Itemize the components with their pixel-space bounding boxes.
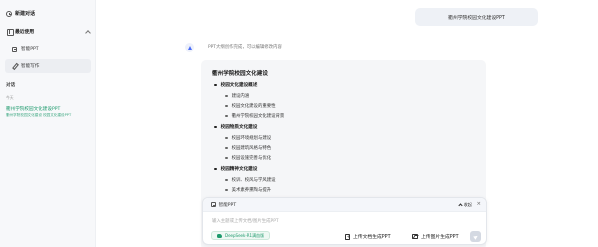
outline-item-text: 校园建筑风格与特色 — [231, 146, 272, 151]
bullet-icon — [225, 114, 228, 118]
chevron-up-icon — [85, 29, 91, 36]
upload-document-label: 上传文档生成PPT — [353, 235, 391, 240]
outline-item-text: 校园设施完善与优化 — [231, 156, 272, 161]
outline-item[interactable]: 校园建筑风格与特色 — [225, 145, 271, 151]
chevron-up-icon — [457, 202, 463, 208]
outline-item[interactable]: 校园文化建设的重要性 — [225, 103, 276, 109]
send-button[interactable] — [470, 231, 481, 242]
conversation-item-title[interactable]: 衢州学院校园文化建设PPT — [6, 106, 92, 112]
bullet-icon — [225, 156, 228, 160]
bullet-icon — [214, 125, 217, 129]
new-chat-label: 新建对话 — [15, 11, 36, 17]
upload-document-button[interactable]: 上传文档生成PPT — [345, 233, 391, 240]
sidebar-item-smart-writing[interactable]: 智能写作 — [5, 59, 91, 73]
sidebar-item-label: 智能PPT — [21, 47, 39, 52]
outline-item[interactable]: 美术素养熏陶与提升 — [225, 187, 271, 193]
outline-section-text: 校园文化建设概述 — [220, 83, 258, 88]
composer-panel: 智能PPT 收起 × 输入主题或上传文档/图片生成PPT DeepSeek-R1… — [202, 197, 487, 245]
outline-section-heading[interactable]: 校园物质文化建设 — [214, 124, 257, 130]
composer-mode-label: 智能PPT — [218, 202, 237, 208]
bot-avatar — [185, 43, 194, 52]
outline-item[interactable]: 校训、校风与学风建设 — [225, 177, 276, 183]
bullet-icon — [225, 104, 228, 108]
outline-section-heading[interactable]: 校园文化建设概述 — [214, 82, 257, 88]
close-icon[interactable]: × — [476, 201, 481, 207]
ppt-icon — [211, 202, 216, 207]
user-message-bubble: 衢州学院校园文化建设PPT — [415, 8, 538, 26]
outline-item-text: 美术素养熏陶与提升 — [231, 188, 272, 193]
bullet-icon — [225, 136, 228, 140]
outline-item[interactable]: 衢州学院校园文化建设背景 — [225, 113, 284, 119]
outline-section-heading[interactable]: 校园精神文化建设 — [214, 166, 257, 172]
sidebar: 新建对话 最近使用 智能PPT 智能写作 对话 今天 衢州学院校园文化建设PPT… — [0, 0, 96, 247]
recent-label: 最近使用 — [15, 30, 35, 35]
prompt-input[interactable]: 输入主题或上传文档/图片生成PPT — [212, 218, 279, 224]
upload-image-label: 上传图片生成PPT — [421, 235, 459, 240]
plus-circle-icon — [6, 10, 12, 17]
new-chat-button[interactable]: 新建对话 — [6, 10, 35, 17]
conversations-heading: 对话 — [6, 83, 16, 88]
bullet-icon — [214, 83, 217, 87]
collapse-label: 收起 — [463, 201, 472, 207]
deepseek-whale-icon — [217, 233, 222, 238]
outline-item[interactable]: 校园环境规划与建设 — [225, 135, 271, 141]
sidebar-item-smart-ppt[interactable]: 智能PPT — [5, 42, 91, 56]
date-group-label: 今天 — [6, 95, 14, 100]
bullet-icon — [225, 146, 228, 150]
document-upload-icon — [345, 233, 350, 240]
ppt-icon — [12, 46, 17, 52]
model-toggle-chip[interactable]: DeepSeek-R1满血版 — [211, 231, 271, 240]
bullet-icon — [214, 167, 217, 171]
bullet-icon — [225, 188, 228, 192]
outline-item-text: 校园环境规划与建设 — [231, 136, 272, 141]
composer-mode-header: 智能PPT 收起 × — [203, 198, 486, 212]
outline-item-text: 校园文化建设的重要性 — [231, 104, 276, 109]
bullet-icon — [225, 94, 228, 98]
outline-item[interactable]: 建设内涵 — [225, 93, 249, 99]
collapse-button[interactable]: 收起 — [457, 201, 472, 208]
app-grid-icon — [6, 29, 14, 36]
outline-title[interactable]: 衢州学院校园文化建设 — [212, 69, 268, 77]
send-icon — [472, 233, 479, 240]
model-label: DeepSeek-R1满血版 — [225, 232, 265, 238]
upload-image-button[interactable]: 上传图片生成PPT — [412, 233, 459, 240]
outline-section-text: 校园精神文化建设 — [220, 167, 258, 172]
pen-icon — [12, 64, 17, 69]
bullet-icon — [225, 178, 228, 182]
bot-logo-icon — [187, 45, 192, 50]
outline-item-text: 建设内涵 — [231, 94, 250, 99]
image-upload-icon — [412, 234, 418, 239]
outline-item-text: 校训、校风与学风建设 — [231, 178, 276, 183]
outline-item[interactable]: 校园设施完善与优化 — [225, 155, 271, 161]
outline-section-text: 校园物质文化建设 — [220, 125, 258, 130]
sidebar-item-label: 智能写作 — [21, 64, 40, 69]
recent-section-toggle[interactable]: 最近使用 — [6, 28, 91, 36]
outline-item-text: 衢州学院校园文化建设背景 — [231, 114, 285, 119]
bot-status-note: PPT大纲创作完成，可以编辑修改内容 — [208, 45, 282, 50]
conversation-item-subtitle[interactable]: 衢州学院校园文化建设 校园文化建设PPT — [6, 113, 92, 118]
